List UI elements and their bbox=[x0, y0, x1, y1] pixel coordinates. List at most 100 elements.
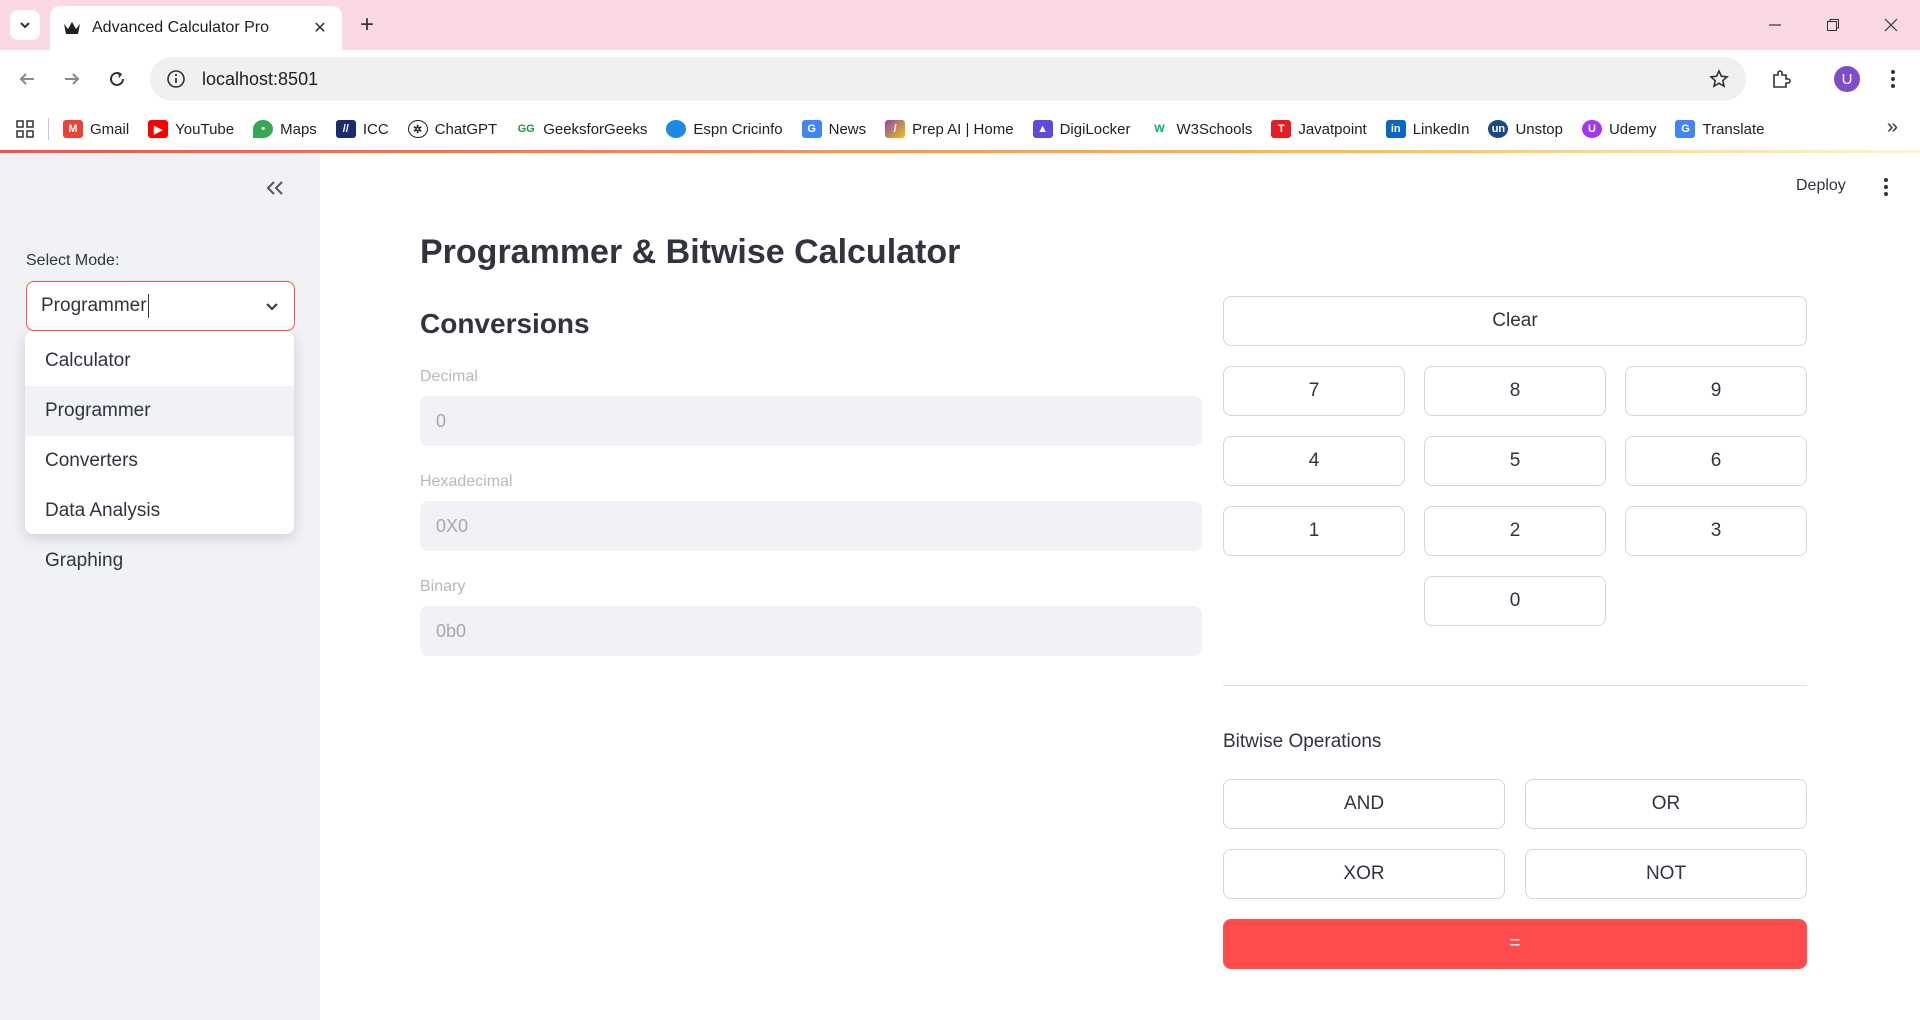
bookmark-unstop[interactable]: un Unstop bbox=[1488, 115, 1563, 143]
bookmark-youtube[interactable]: ▶ YouTube bbox=[148, 115, 234, 143]
tab-search-button[interactable] bbox=[10, 10, 40, 40]
mode-option-data-analysis[interactable]: Data Analysis bbox=[25, 486, 294, 536]
digit-9-button[interactable]: 9 bbox=[1625, 366, 1807, 416]
deploy-button[interactable]: Deploy bbox=[1796, 177, 1846, 195]
digit-7-button[interactable]: 7 bbox=[1223, 366, 1405, 416]
extensions-button[interactable] bbox=[1764, 62, 1798, 96]
digit-5-button[interactable]: 5 bbox=[1424, 436, 1606, 486]
hexadecimal-label: Hexadecimal bbox=[420, 473, 513, 490]
unstop-icon: un bbox=[1488, 120, 1509, 138]
w3schools-icon: W bbox=[1149, 120, 1170, 138]
back-button[interactable] bbox=[10, 62, 44, 96]
mode-option-converters[interactable]: Converters bbox=[25, 436, 294, 486]
bookmark-udemy[interactable]: U Udemy bbox=[1581, 115, 1656, 143]
decimal-label: Decimal bbox=[420, 368, 478, 385]
new-tab-button[interactable]: + bbox=[352, 10, 382, 40]
browser-menu-button[interactable] bbox=[1876, 62, 1910, 96]
espn-cricinfo-icon bbox=[666, 120, 687, 138]
more-vertical-icon bbox=[1891, 70, 1895, 88]
url-text: localhost:8501 bbox=[202, 68, 319, 89]
decimal-field[interactable]: 0 bbox=[420, 396, 1202, 446]
arrow-right-icon bbox=[65, 73, 80, 85]
digilocker-icon: ▲ bbox=[1032, 120, 1053, 138]
bookmark-espn-cricinfo[interactable]: Espn Cricinfo bbox=[666, 115, 783, 143]
javatpoint-icon: T bbox=[1271, 120, 1292, 138]
close-tab-icon[interactable]: ✕ bbox=[310, 18, 330, 38]
prep-ai-icon: / bbox=[885, 120, 906, 138]
main-content: Deploy Programmer & Bitwise Calculator C… bbox=[320, 153, 1920, 1020]
clear-button[interactable]: Clear bbox=[1223, 296, 1807, 346]
bitwise-operations-heading: Bitwise Operations bbox=[1223, 731, 1382, 752]
bookmark-javatpoint[interactable]: T Javatpoint bbox=[1271, 115, 1367, 143]
profile-button[interactable]: U bbox=[1830, 62, 1864, 96]
minimize-icon bbox=[1769, 24, 1781, 26]
close-window-button[interactable] bbox=[1862, 0, 1920, 50]
divider bbox=[1223, 685, 1807, 686]
minimize-button[interactable] bbox=[1746, 0, 1804, 50]
apps-grid-icon[interactable] bbox=[12, 116, 38, 142]
bookmark-news[interactable]: G News bbox=[801, 115, 866, 143]
app-menu-button[interactable] bbox=[1874, 175, 1898, 199]
bookmark-icc[interactable]: //ICC bbox=[335, 115, 389, 143]
or-button[interactable]: OR bbox=[1525, 779, 1807, 829]
digit-1-button[interactable]: 1 bbox=[1223, 506, 1405, 556]
mode-option-programmer[interactable]: Programmer bbox=[25, 386, 294, 436]
browser-tab-active[interactable]: Advanced Calculator Pro ✕ bbox=[50, 6, 342, 50]
bookmark-star-icon[interactable] bbox=[1704, 64, 1734, 94]
xor-button[interactable]: XOR bbox=[1223, 849, 1505, 899]
bookmark-linkedin[interactable]: in LinkedIn bbox=[1385, 115, 1469, 143]
forward-button[interactable] bbox=[55, 62, 89, 96]
digit-3-button[interactable]: 3 bbox=[1625, 506, 1807, 556]
digit-4-button[interactable]: 4 bbox=[1223, 436, 1405, 486]
bookmark-digilocker[interactable]: ▲ DigiLocker bbox=[1032, 115, 1130, 143]
equals-button[interactable]: = bbox=[1223, 919, 1807, 969]
bookmark-prep-ai[interactable]: / Prep AI | Home bbox=[885, 115, 1014, 143]
address-bar[interactable]: localhost:8501 bbox=[150, 57, 1746, 101]
double-chevron-left-icon bbox=[266, 181, 283, 195]
linkedin-icon: in bbox=[1385, 120, 1406, 138]
bookmark-geeksforgeeks[interactable]: GG GeeksforGeeks bbox=[516, 115, 647, 143]
site-info-icon[interactable] bbox=[164, 67, 188, 91]
bookmark-maps[interactable]: • Maps bbox=[253, 115, 317, 143]
close-icon bbox=[1884, 18, 1898, 32]
news-icon: G bbox=[801, 120, 822, 138]
streamlit-crown-icon bbox=[62, 18, 82, 38]
mode-option-calculator[interactable]: Calculator bbox=[25, 336, 294, 386]
binary-field[interactable]: 0b0 bbox=[420, 606, 1202, 656]
mode-select[interactable]: Programmer bbox=[26, 281, 295, 331]
puzzle-icon bbox=[1773, 70, 1791, 88]
window-controls bbox=[1746, 0, 1920, 50]
bookmarks-bar: M Gmail ▶ YouTube • Maps //ICC ✲ ChatGPT GG G… bbox=[0, 108, 1920, 150]
bookmark-chatgpt[interactable]: ✲ ChatGPT bbox=[407, 115, 497, 143]
chevron-down-icon[interactable] bbox=[264, 298, 280, 314]
browser-tab-strip: Advanced Calculator Pro ✕ + bbox=[0, 0, 1920, 50]
more-bookmarks-icon[interactable]: » bbox=[1887, 116, 1898, 139]
binary-label: Binary bbox=[420, 578, 466, 595]
bookmark-gmail[interactable]: M Gmail bbox=[63, 115, 129, 143]
icc-icon: // bbox=[335, 120, 356, 138]
text-cursor bbox=[147, 294, 149, 318]
tab-title: Advanced Calculator Pro bbox=[92, 19, 269, 36]
conversions-heading: Conversions bbox=[420, 308, 590, 339]
restore-button[interactable] bbox=[1804, 0, 1862, 50]
and-button[interactable]: AND bbox=[1223, 779, 1505, 829]
arrow-left-icon bbox=[19, 73, 34, 85]
hexadecimal-field[interactable]: 0X0 bbox=[420, 501, 1202, 551]
chevron-down-icon bbox=[20, 22, 30, 29]
translate-icon: G bbox=[1675, 120, 1696, 138]
reload-icon bbox=[110, 71, 124, 86]
not-button[interactable]: NOT bbox=[1525, 849, 1807, 899]
digit-0-button[interactable]: 0 bbox=[1424, 576, 1606, 626]
udemy-icon: U bbox=[1581, 120, 1602, 138]
browser-toolbar: localhost:8501 U bbox=[0, 50, 1920, 108]
more-vertical-icon bbox=[1884, 178, 1888, 196]
bookmark-w3schools[interactable]: W W3Schools bbox=[1149, 115, 1252, 143]
select-mode-label: Select Mode: bbox=[26, 252, 120, 269]
digit-6-button[interactable]: 6 bbox=[1625, 436, 1807, 486]
digit-8-button[interactable]: 8 bbox=[1424, 366, 1606, 416]
reload-button[interactable] bbox=[100, 62, 134, 96]
mode-option-graphing[interactable]: Graphing bbox=[25, 536, 294, 586]
digit-2-button[interactable]: 2 bbox=[1424, 506, 1606, 556]
collapse-sidebar-button[interactable] bbox=[260, 173, 290, 203]
bookmark-translate[interactable]: G Translate bbox=[1675, 115, 1764, 143]
